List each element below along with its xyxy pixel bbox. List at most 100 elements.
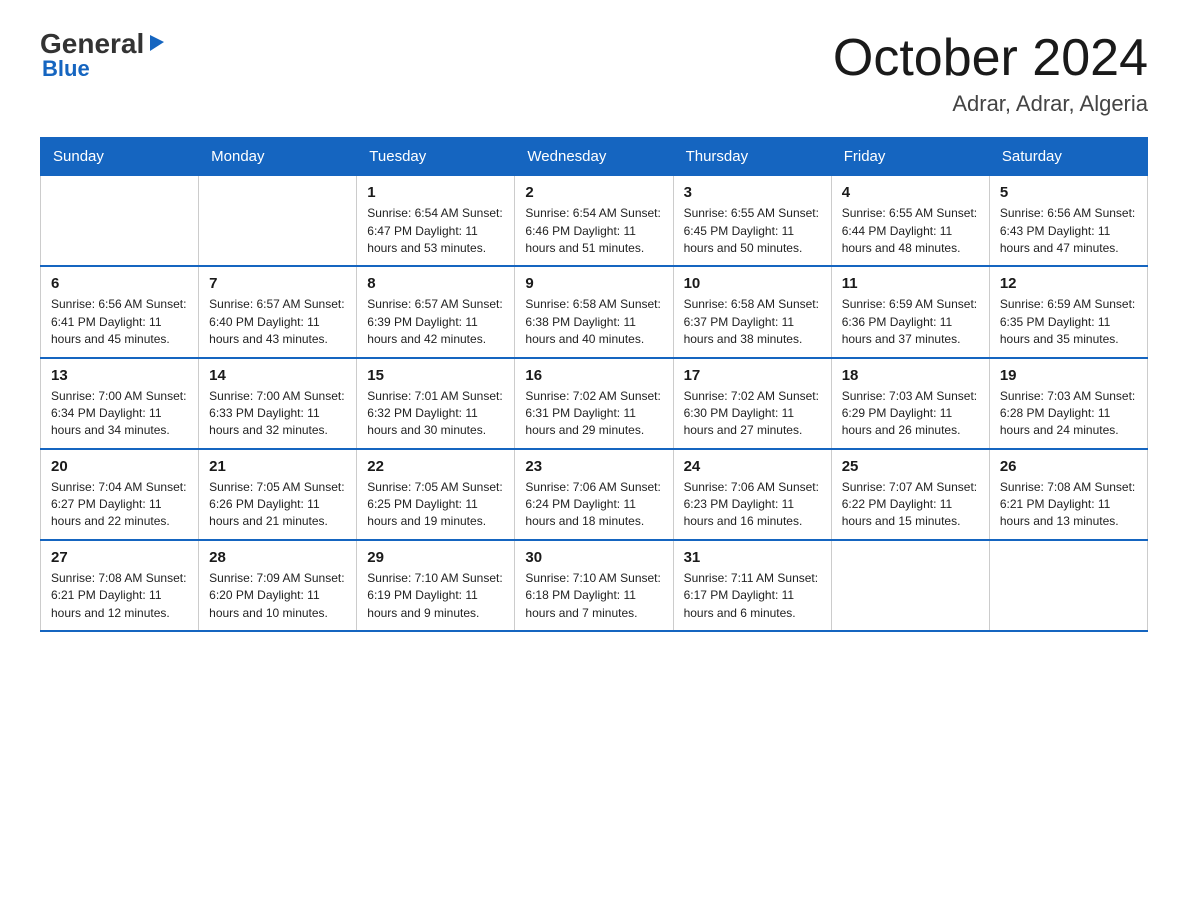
calendar-cell: 22Sunrise: 7:05 AM Sunset: 6:25 PM Dayli… [357,449,515,540]
calendar-cell: 24 Sunrise: 7:06 AM Sunset: 6:23 PM Dayli… [673,449,831,540]
calendar-cell: 5 Sunrise: 6:56 AM Sunset: 6:43 PM Daylig… [989,176,1147,267]
day-info: Sunrise: 7:05 AM Sunset: 6:25 PM Dayligh… [367,479,504,531]
day-number: 17 [684,367,821,384]
calendar-cell: 4 Sunrise: 6:55 AM Sunset: 6:44 PM Daylig… [831,176,989,267]
logo: General Blue [40,30,168,82]
calendar-header: SundayMondayTuesdayWednesdayThursdayFrid… [41,138,1148,176]
day-info: Sunrise: 6:58 AM Sunset: 6:37 PM Dayligh… [684,296,821,348]
calendar-cell [831,540,989,631]
month-title: October 2024 [833,30,1148,87]
day-info: Sunrise: 7:03 AM Sunset: 6:28 PM Dayligh… [1000,388,1137,440]
calendar-cell [199,176,357,267]
weekday-header-tuesday: Tuesday [357,138,515,176]
calendar-cell: 19 Sunrise: 7:03 AM Sunset: 6:28 PM Dayli… [989,358,1147,449]
calendar-cell: 27 Sunrise: 7:08 AM Sunset: 6:21 PM Dayli… [41,540,199,631]
calendar-cell: 1 Sunrise: 6:54 AM Sunset: 6:47 PM Daylig… [357,176,515,267]
day-info: Sunrise: 6:55 AM Sunset: 6:44 PM Dayligh… [842,205,979,257]
calendar-cell [41,176,199,267]
calendar-cell: 14 Sunrise: 7:00 AM Sunset: 6:33 PM Dayli… [199,358,357,449]
day-number: 5 [1000,184,1137,201]
day-info: Sunrise: 7:11 AM Sunset: 6:17 PM Dayligh… [684,570,821,622]
location-title: Adrar, Adrar, Algeria [833,91,1148,117]
day-number: 23 [525,458,662,475]
day-number: 2 [525,184,662,201]
day-number: 21 [209,458,346,475]
day-info: Sunrise: 7:08 AM Sunset: 6:21 PM Dayligh… [1000,479,1137,531]
logo-triangle-icon [146,31,168,53]
day-info: Sunrise: 7:05 AM Sunset: 6:26 PM Dayligh… [209,479,346,531]
day-info: Sunrise: 7:02 AM Sunset: 6:31 PM Dayligh… [525,388,662,440]
day-number: 15 [367,367,504,384]
weekday-header-monday: Monday [199,138,357,176]
day-info: Sunrise: 6:54 AM Sunset: 6:46 PM Dayligh… [525,205,662,257]
calendar-cell: 30 Sunrise: 7:10 AM Sunset: 6:18 PM Dayli… [515,540,673,631]
calendar-cell: 2 Sunrise: 6:54 AM Sunset: 6:46 PM Daylig… [515,176,673,267]
day-number: 3 [684,184,821,201]
day-number: 1 [367,184,504,201]
calendar-cell: 25 Sunrise: 7:07 AM Sunset: 6:22 PM Dayli… [831,449,989,540]
day-number: 8 [367,275,504,292]
day-info: Sunrise: 7:01 AM Sunset: 6:32 PM Dayligh… [367,388,504,440]
day-number: 28 [209,549,346,566]
calendar-cell: 26Sunrise: 7:08 AM Sunset: 6:21 PM Dayli… [989,449,1147,540]
calendar-week-row: 1 Sunrise: 6:54 AM Sunset: 6:47 PM Daylig… [41,176,1148,267]
calendar-cell: 21 Sunrise: 7:05 AM Sunset: 6:26 PM Dayli… [199,449,357,540]
day-info: Sunrise: 6:56 AM Sunset: 6:43 PM Dayligh… [1000,205,1137,257]
weekday-header-row: SundayMondayTuesdayWednesdayThursdayFrid… [41,138,1148,176]
calendar-cell: 17 Sunrise: 7:02 AM Sunset: 6:30 PM Dayli… [673,358,831,449]
day-number: 4 [842,184,979,201]
day-number: 16 [525,367,662,384]
day-info: Sunrise: 7:00 AM Sunset: 6:33 PM Dayligh… [209,388,346,440]
weekday-header-sunday: Sunday [41,138,199,176]
day-info: Sunrise: 7:00 AM Sunset: 6:34 PM Dayligh… [51,388,188,440]
day-info: Sunrise: 7:10 AM Sunset: 6:19 PM Dayligh… [367,570,504,622]
day-info: Sunrise: 6:59 AM Sunset: 6:35 PM Dayligh… [1000,296,1137,348]
logo-general: General [40,30,144,58]
calendar-cell: 18Sunrise: 7:03 AM Sunset: 6:29 PM Dayli… [831,358,989,449]
day-info: Sunrise: 7:02 AM Sunset: 6:30 PM Dayligh… [684,388,821,440]
day-number: 11 [842,275,979,292]
day-number: 10 [684,275,821,292]
day-number: 6 [51,275,188,292]
day-info: Sunrise: 6:57 AM Sunset: 6:39 PM Dayligh… [367,296,504,348]
day-info: Sunrise: 6:57 AM Sunset: 6:40 PM Dayligh… [209,296,346,348]
weekday-header-saturday: Saturday [989,138,1147,176]
calendar-cell: 7Sunrise: 6:57 AM Sunset: 6:40 PM Daylig… [199,266,357,357]
day-info: Sunrise: 7:10 AM Sunset: 6:18 PM Dayligh… [525,570,662,622]
day-number: 31 [684,549,821,566]
day-info: Sunrise: 7:09 AM Sunset: 6:20 PM Dayligh… [209,570,346,622]
day-info: Sunrise: 7:06 AM Sunset: 6:23 PM Dayligh… [684,479,821,531]
day-number: 14 [209,367,346,384]
day-info: Sunrise: 6:54 AM Sunset: 6:47 PM Dayligh… [367,205,504,257]
weekday-header-wednesday: Wednesday [515,138,673,176]
day-number: 13 [51,367,188,384]
day-info: Sunrise: 6:58 AM Sunset: 6:38 PM Dayligh… [525,296,662,348]
weekday-header-friday: Friday [831,138,989,176]
calendar-cell: 29Sunrise: 7:10 AM Sunset: 6:19 PM Dayli… [357,540,515,631]
day-info: Sunrise: 7:06 AM Sunset: 6:24 PM Dayligh… [525,479,662,531]
day-number: 19 [1000,367,1137,384]
day-number: 9 [525,275,662,292]
day-number: 24 [684,458,821,475]
day-number: 18 [842,367,979,384]
day-number: 25 [842,458,979,475]
calendar-cell: 16 Sunrise: 7:02 AM Sunset: 6:31 PM Dayli… [515,358,673,449]
day-number: 20 [51,458,188,475]
day-info: Sunrise: 7:08 AM Sunset: 6:21 PM Dayligh… [51,570,188,622]
day-info: Sunrise: 7:07 AM Sunset: 6:22 PM Dayligh… [842,479,979,531]
calendar-cell: 23 Sunrise: 7:06 AM Sunset: 6:24 PM Dayli… [515,449,673,540]
calendar-week-row: 13 Sunrise: 7:00 AM Sunset: 6:34 PM Dayli… [41,358,1148,449]
calendar-week-row: 20Sunrise: 7:04 AM Sunset: 6:27 PM Dayli… [41,449,1148,540]
day-info: Sunrise: 6:55 AM Sunset: 6:45 PM Dayligh… [684,205,821,257]
day-number: 30 [525,549,662,566]
calendar-table: SundayMondayTuesdayWednesdayThursdayFrid… [40,137,1148,632]
calendar-cell: 6Sunrise: 6:56 AM Sunset: 6:41 PM Daylig… [41,266,199,357]
calendar-cell: 31 Sunrise: 7:11 AM Sunset: 6:17 PM Dayli… [673,540,831,631]
calendar-cell: 11Sunrise: 6:59 AM Sunset: 6:36 PM Dayli… [831,266,989,357]
calendar-cell [989,540,1147,631]
calendar-cell: 28 Sunrise: 7:09 AM Sunset: 6:20 PM Dayli… [199,540,357,631]
calendar-week-row: 27 Sunrise: 7:08 AM Sunset: 6:21 PM Dayli… [41,540,1148,631]
day-number: 27 [51,549,188,566]
day-number: 12 [1000,275,1137,292]
calendar-cell: 3 Sunrise: 6:55 AM Sunset: 6:45 PM Daylig… [673,176,831,267]
